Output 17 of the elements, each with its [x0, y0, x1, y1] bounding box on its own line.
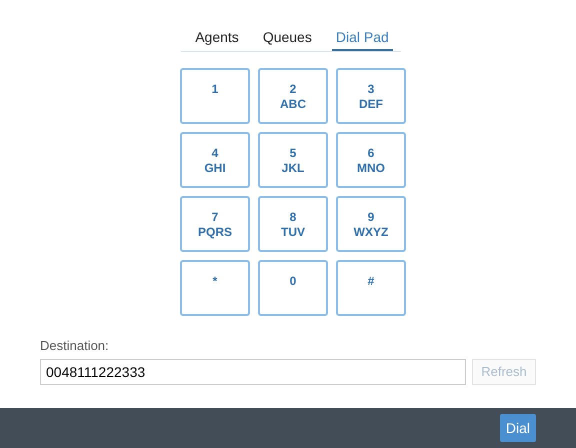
tab[interactable]: Agents: [191, 27, 243, 51]
destination-field[interactable]: 0048111222333: [40, 358, 466, 384]
keypad-key[interactable]: 1: [180, 68, 250, 124]
keypad-key[interactable]: 2 ABC: [258, 68, 328, 124]
tab[interactable]: Queues: [258, 27, 316, 51]
keypad-key[interactable]: 9 WXYZ: [336, 196, 406, 252]
keypad-key[interactable]: #: [336, 260, 406, 316]
keypad-key[interactable]: 0: [258, 260, 328, 316]
keypad-key[interactable]: 7 PQRS: [180, 196, 250, 252]
keypad-key[interactable]: 4 GHI: [180, 132, 250, 188]
keypad-key[interactable]: 6 MNO: [336, 132, 406, 188]
dial-button[interactable]: Dial: [500, 414, 536, 442]
keypad-key[interactable]: 3 DEF: [336, 68, 406, 124]
keypad-key[interactable]: 8 TUV: [258, 196, 328, 252]
destination-label: Destination:: [40, 337, 110, 355]
keypad-key[interactable]: *: [180, 260, 250, 316]
keypad-key[interactable]: 5 JKL: [258, 132, 328, 188]
